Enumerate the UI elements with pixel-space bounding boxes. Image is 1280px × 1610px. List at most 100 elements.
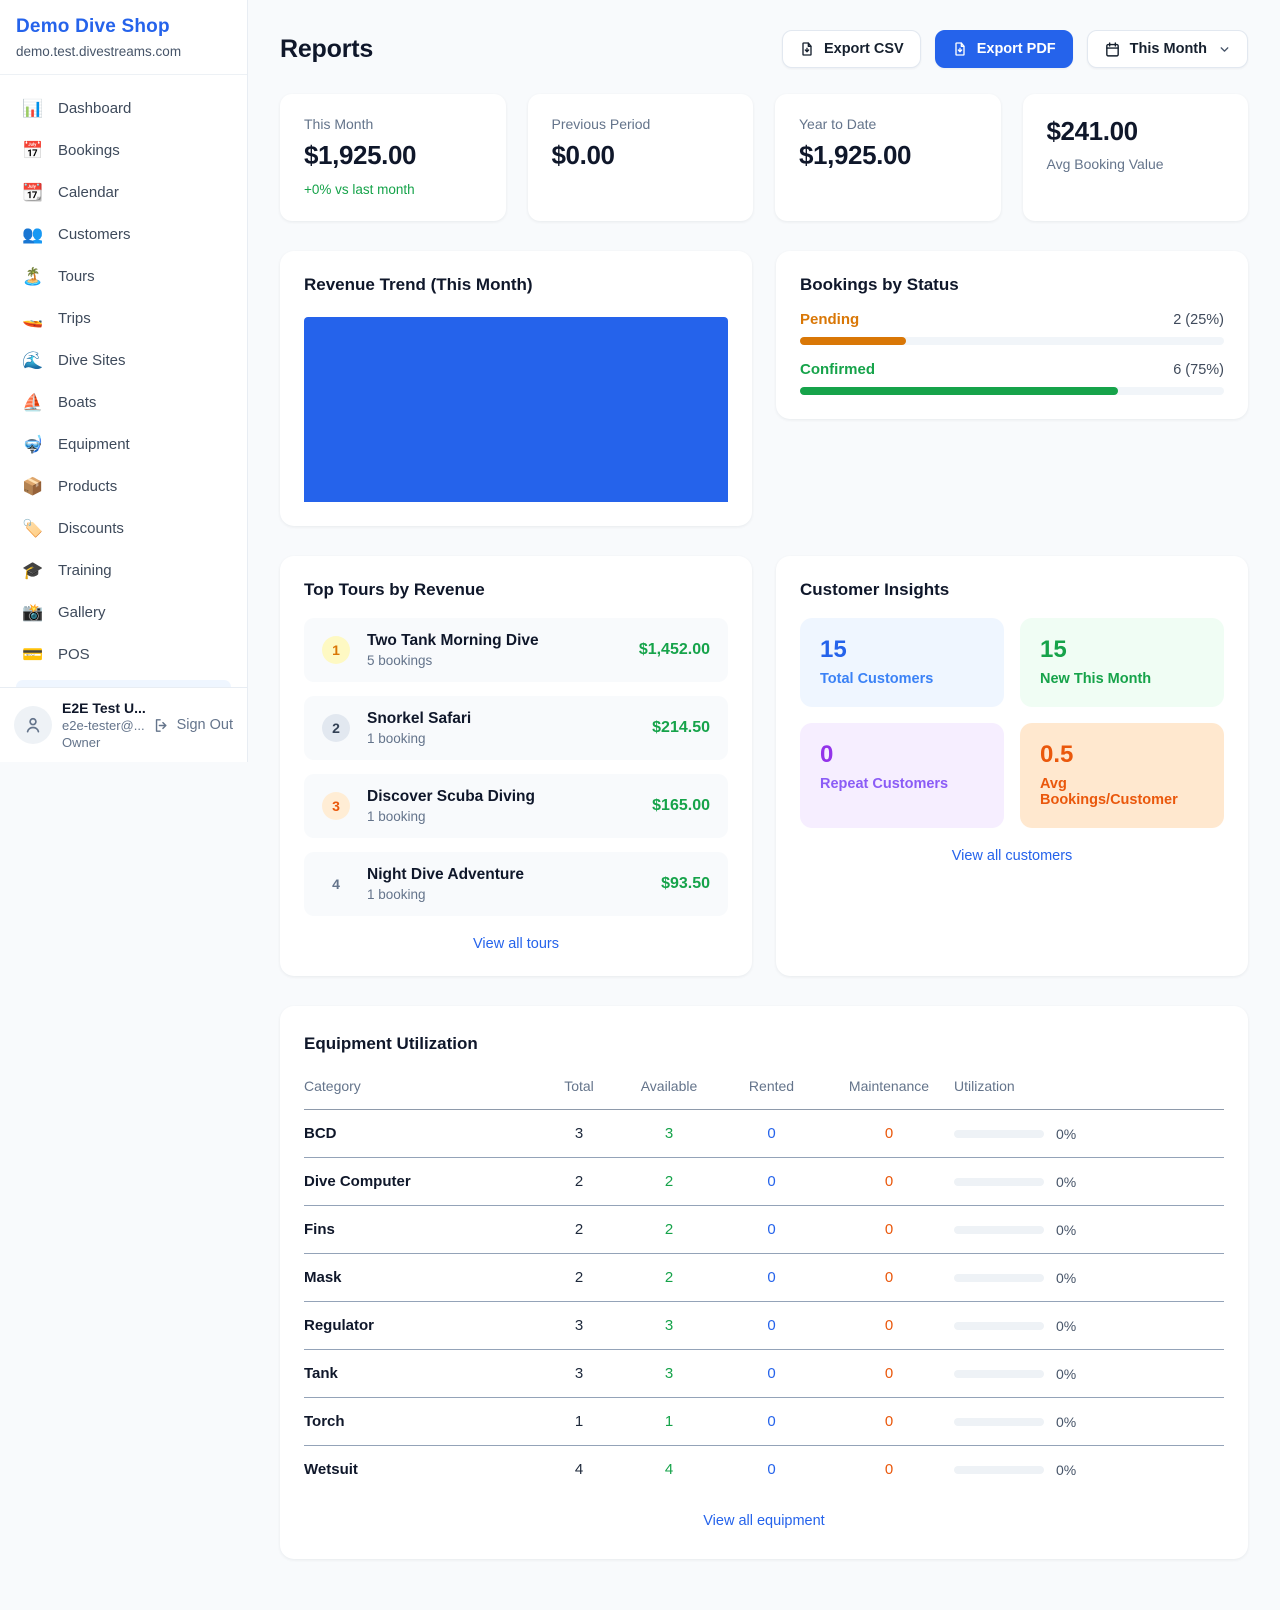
rank-badge: 2: [322, 714, 350, 742]
sidebar-item-bookings[interactable]: 📅 Bookings: [8, 129, 239, 171]
column-header-total: Total: [539, 1070, 619, 1110]
sidebar-item-training[interactable]: 🎓 Training: [8, 549, 239, 591]
island-icon: 🏝️: [22, 268, 44, 285]
person-icon: [23, 715, 43, 735]
sidebar-item-calendar[interactable]: 📆 Calendar: [8, 171, 239, 213]
avatar: [14, 706, 52, 744]
tour-bookings: 1 booking: [367, 731, 635, 746]
utilization-percent: 0%: [1056, 1318, 1076, 1334]
sidebar-item-gallery[interactable]: 📸 Gallery: [8, 591, 239, 633]
calendar-icon: [1104, 41, 1121, 58]
speedboat-icon: 🚤: [22, 310, 44, 327]
export-pdf-button[interactable]: Export PDF: [935, 30, 1073, 68]
sidebar-item-tours[interactable]: 🏝️ Tours: [8, 255, 239, 297]
utilization-percent: 0%: [1056, 1366, 1076, 1382]
sidebar-item-customers[interactable]: 👥 Customers: [8, 213, 239, 255]
utilization-bar: [954, 1418, 1044, 1426]
sidebar-item-label: Training: [58, 562, 112, 579]
user-email: e2e-tester@...: [62, 718, 143, 733]
sidebar-item-label: Products: [58, 478, 117, 495]
cell-rented: 0: [719, 1350, 824, 1398]
sidebar-item-label: Bookings: [58, 142, 120, 159]
utilization-bar: [954, 1466, 1044, 1474]
sidebar-item-label: Dive Sites: [58, 352, 126, 369]
table-row: Regulator 3 3 0 0 0%: [304, 1302, 1224, 1350]
tour-row: 2 Snorkel Safari 1 booking $214.50: [304, 696, 728, 760]
bookings-calendar-icon: 📅: [22, 142, 44, 159]
tour-amount: $93.50: [661, 875, 710, 893]
sign-out-button[interactable]: Sign Out: [153, 717, 233, 734]
cell-maintenance: 0: [824, 1398, 954, 1446]
stat-change-note: +0% vs last month: [304, 182, 482, 197]
cell-category: BCD: [304, 1110, 539, 1158]
customer-insights-panel: Customer Insights 15 Total Customers 15 …: [776, 556, 1248, 976]
cell-total: 3: [539, 1350, 619, 1398]
charts-row: Revenue Trend (This Month) Bookings by S…: [280, 251, 1248, 526]
tour-name: Discover Scuba Diving: [367, 788, 635, 806]
table-row: Wetsuit 4 4 0 0 0%: [304, 1446, 1224, 1494]
cell-total: 2: [539, 1254, 619, 1302]
cell-rented: 0: [719, 1398, 824, 1446]
camera-icon: 📸: [22, 604, 44, 621]
sidebar-item-dashboard[interactable]: 📊 Dashboard: [8, 87, 239, 129]
revenue-trend-panel: Revenue Trend (This Month): [280, 251, 752, 526]
stat-value: $241.00: [1047, 116, 1225, 147]
cell-rented: 0: [719, 1158, 824, 1206]
sidebar-item-products[interactable]: 📦 Products: [8, 465, 239, 507]
cell-maintenance: 0: [824, 1350, 954, 1398]
utilization-bar: [954, 1130, 1044, 1138]
tour-row: 3 Discover Scuba Diving 1 booking $165.0…: [304, 774, 728, 838]
export-csv-button[interactable]: Export CSV: [782, 30, 921, 68]
table-row: Tank 3 3 0 0 0%: [304, 1350, 1224, 1398]
view-all-tours-link[interactable]: View all tours: [304, 936, 728, 952]
sidebar-item-boats[interactable]: ⛵ Boats: [8, 381, 239, 423]
cell-available: 4: [619, 1446, 719, 1494]
view-all-equipment-link[interactable]: View all equipment: [304, 1513, 1224, 1529]
sidebar-item-label: Customers: [58, 226, 131, 243]
sidebar-item-label: POS: [58, 646, 90, 663]
calendar-icon: 📆: [22, 184, 44, 201]
file-download-icon: [799, 41, 815, 57]
table-row: Dive Computer 2 2 0 0 0%: [304, 1158, 1224, 1206]
period-dropdown[interactable]: This Month: [1087, 30, 1248, 68]
rank-badge: 4: [322, 870, 350, 898]
cell-total: 2: [539, 1158, 619, 1206]
tour-bookings: 5 bookings: [367, 653, 622, 668]
sidebar-item-equipment[interactable]: 🤿 Equipment: [8, 423, 239, 465]
stat-card-avg-booking-value: $241.00 Avg Booking Value: [1023, 94, 1249, 221]
insight-value: 15: [1040, 636, 1204, 664]
sidebar-item-dive-sites[interactable]: 🌊 Dive Sites: [8, 339, 239, 381]
sidebar-item-trips[interactable]: 🚤 Trips: [8, 297, 239, 339]
cell-maintenance: 0: [824, 1302, 954, 1350]
sidebar-active-item-partial[interactable]: [16, 680, 231, 687]
sidebar: Demo Dive Shop demo.test.divestreams.com…: [0, 0, 248, 762]
insight-total-customers: 15 Total Customers: [800, 618, 1004, 707]
file-download-icon: [952, 41, 968, 57]
page-header: Reports Export CSV Export PDF This Month: [280, 30, 1248, 68]
view-all-customers-link[interactable]: View all customers: [800, 848, 1224, 864]
stat-cards: This Month $1,925.00 +0% vs last month P…: [280, 94, 1248, 221]
sidebar-item-discounts[interactable]: 🏷️ Discounts: [8, 507, 239, 549]
tour-name: Night Dive Adventure: [367, 866, 644, 884]
dashboard-icon: 📊: [22, 100, 44, 117]
cell-rented: 0: [719, 1206, 824, 1254]
shop-name[interactable]: Demo Dive Shop: [16, 16, 231, 38]
utilization-bar: [954, 1322, 1044, 1330]
status-row-confirmed: Confirmed 6 (75%): [800, 361, 1224, 395]
rank-badge: 3: [322, 792, 350, 820]
column-header-rented: Rented: [719, 1070, 824, 1110]
stat-value: $1,925.00: [304, 140, 482, 171]
sidebar-item-pos[interactable]: 💳 POS: [8, 633, 239, 675]
stat-card-previous-period: Previous Period $0.00: [528, 94, 754, 221]
user-name: E2E Test U...: [62, 700, 143, 716]
sidebar-item-label: Discounts: [58, 520, 124, 537]
tour-amount: $165.00: [652, 797, 710, 815]
sidebar-item-label: Gallery: [58, 604, 106, 621]
sidebar-item-label: Boats: [58, 394, 96, 411]
cell-rented: 0: [719, 1446, 824, 1494]
utilization-percent: 0%: [1056, 1222, 1076, 1238]
tour-bookings: 1 booking: [367, 887, 644, 902]
cell-total: 3: [539, 1110, 619, 1158]
column-header-category: Category: [304, 1070, 539, 1110]
stat-label: Year to Date: [799, 116, 977, 132]
